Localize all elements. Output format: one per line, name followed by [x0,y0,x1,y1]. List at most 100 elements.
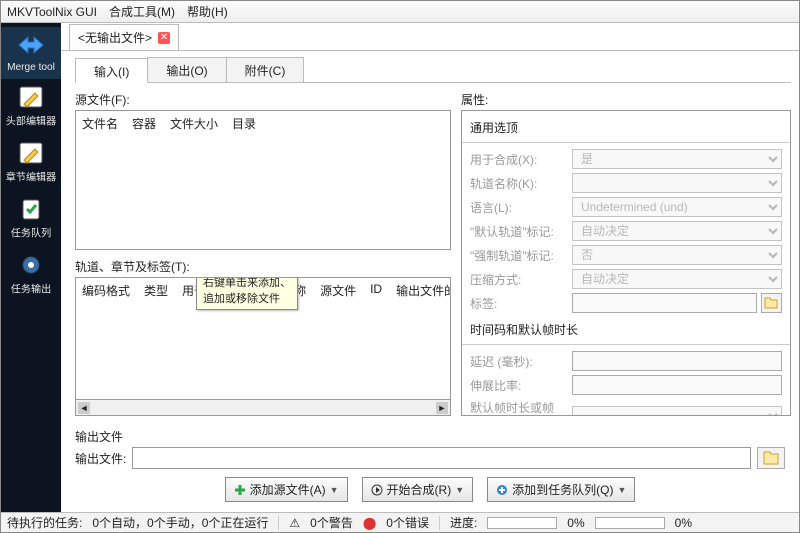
col-container[interactable]: 容器 [132,115,156,132]
menu-app-title: MKVToolNix GUI [7,1,97,22]
select-default-duration[interactable] [572,406,782,416]
chevron-down-icon: ▼ [455,485,464,495]
clipboard-check-icon [15,195,47,223]
label-trackname: 轨道名称(K): [470,175,566,192]
folder-icon [763,451,779,465]
action-bar: 添加源文件(A) ▼ 开始合成(R) ▼ 添加到任务队列(Q) ▼ [61,469,799,512]
sidebar-item-merge-tool[interactable]: Merge tool [1,27,61,79]
scroll-left-icon[interactable]: ◄ [78,402,90,414]
select-compression[interactable]: 自动决定 [572,269,782,289]
file-tabs: <无输出文件> ✕ [61,23,799,51]
horizontal-scrollbar[interactable]: ◄ ► [75,400,451,416]
select-language[interactable]: Undetermined (und) [572,197,782,217]
output-file-input[interactable] [132,447,751,469]
warning-icon: ⚠ [289,516,300,530]
select-default-flag[interactable]: 自动决定 [572,221,782,241]
tracks-label: 轨道、章节及标签(T): [75,258,451,275]
io-tabs: 输入(I) 输出(O) 附件(C) [75,57,791,83]
status-progress-label: 进度: [450,514,477,531]
file-tab-title: <无输出文件> [78,29,152,46]
start-muxing-button[interactable]: 开始合成(R) ▼ [362,477,474,502]
col-id[interactable]: ID [370,282,382,299]
col-codec[interactable]: 编码格式 [82,282,130,299]
input-stretch[interactable] [572,375,782,395]
properties-panel: 通用选顶 用于合成(X): 是 轨道名称(K): 语言(L): Undetermin… [461,110,791,416]
error-icon: ⬤ [363,516,376,530]
sources-label: 源文件(F): [75,91,451,108]
input-tags[interactable] [572,293,757,313]
output-file-label: 输出文件: [75,450,126,467]
status-pending-label: 待执行的任务: [7,514,82,531]
close-icon[interactable]: ✕ [158,32,170,44]
status-warnings[interactable]: 0个警告 [310,514,353,531]
sidebar-item-label: 章节编辑器 [3,170,58,185]
scroll-right-icon[interactable]: ► [436,402,448,414]
tracks-listbox[interactable]: 编码格式 类型 用于合成 语言 名称 源文件 ID 输出文件的默认轨 右键单击来… [75,277,451,400]
statusbar: 待执行的任务: 0个自动，0个手动，0个正在运行 ⚠ 0个警告 ⬤ 0个错误 进… [1,512,799,532]
sidebar-item-chapter-editor[interactable]: 章节编辑器 [1,135,61,191]
menu-help[interactable]: 帮助(H) [187,1,228,22]
sidebar-item-header-editor[interactable]: 头部编辑器 [1,79,61,135]
add-source-button[interactable]: 添加源文件(A) ▼ [225,477,348,502]
label-mux: 用于合成(X): [470,151,566,168]
folder-icon [764,297,778,309]
select-forced-flag[interactable]: 否 [572,245,782,265]
btn-label: 添加源文件(A) [250,481,326,498]
menubar: MKVToolNix GUI 合成工具(M) 帮助(H) [1,1,799,23]
status-pct1: 0% [567,516,584,530]
label-default-flag: "默认轨道"标记: [470,223,566,240]
queue-icon [496,484,508,496]
pencil-icon [15,83,47,111]
chevron-down-icon: ▼ [617,485,626,495]
chevron-down-icon: ▼ [330,485,339,495]
status-pct2: 0% [675,516,692,530]
properties-label: 属性: [461,91,791,108]
tab-input[interactable]: 输入(I) [75,58,148,83]
group-general-title: 通用选顶 [470,119,782,136]
tab-output[interactable]: 输出(O) [147,57,226,82]
status-errors[interactable]: 0个错误 [386,514,429,531]
label-compression: 压缩方式: [470,271,566,288]
output-group-title: 输出文件 [75,428,785,445]
add-to-queue-button[interactable]: 添加到任务队列(Q) ▼ [487,477,635,502]
play-icon [371,484,383,496]
col-default[interactable]: 输出文件的默认轨 [396,282,450,299]
browse-tags-button[interactable] [761,293,782,313]
label-language: 语言(L): [470,199,566,216]
sources-listbox[interactable]: 文件名 容器 文件大小 目录 [75,110,451,250]
sidebar-item-label: Merge tool [3,61,58,72]
sidebar-item-label: 头部编辑器 [3,114,58,129]
input-trackname[interactable] [572,173,782,193]
label-forced-flag: "强制轨道"标记: [470,247,566,264]
col-type[interactable]: 类型 [144,282,168,299]
context-hint-tooltip: 右键单击来添加、 追加或移除文件 [196,277,298,310]
pencil-icon [15,139,47,167]
input-delay[interactable] [572,351,782,371]
col-filename[interactable]: 文件名 [82,115,118,132]
progress-bar-1 [487,517,557,529]
sources-columns: 文件名 容器 文件大小 目录 [76,111,450,136]
col-directory[interactable]: 目录 [232,115,256,132]
label-stretch: 伸展比率: [470,377,566,394]
progress-bar-2 [595,517,665,529]
select-mux[interactable]: 是 [572,149,782,169]
sidebar-item-label: 任务队列 [3,226,58,241]
plus-icon [234,484,246,496]
browse-output-button[interactable] [757,447,785,469]
sidebar-item-job-queue[interactable]: 任务队列 [1,191,61,247]
menu-merge[interactable]: 合成工具(M) [109,1,175,22]
sidebar: Merge tool 头部编辑器 章节编辑器 任务队列 任务输出 [1,23,61,512]
col-filesize[interactable]: 文件大小 [170,115,218,132]
col-src[interactable]: 源文件 [320,282,356,299]
group-timing-title: 时间码和默认帧时长 [470,321,782,338]
gear-icon [15,251,47,279]
status-pending-value: 0个自动，0个手动，0个正在运行 [92,514,268,531]
tab-attachments[interactable]: 附件(C) [226,57,305,82]
btn-label: 添加到任务队列(Q) [512,481,613,498]
sidebar-item-job-output[interactable]: 任务输出 [1,247,61,303]
sidebar-item-label: 任务输出 [3,282,58,297]
merge-icon [15,31,47,59]
file-tab[interactable]: <无输出文件> ✕ [69,24,179,50]
label-delay: 延迟 (毫秒): [470,353,566,370]
label-tags: 标签: [470,295,566,312]
